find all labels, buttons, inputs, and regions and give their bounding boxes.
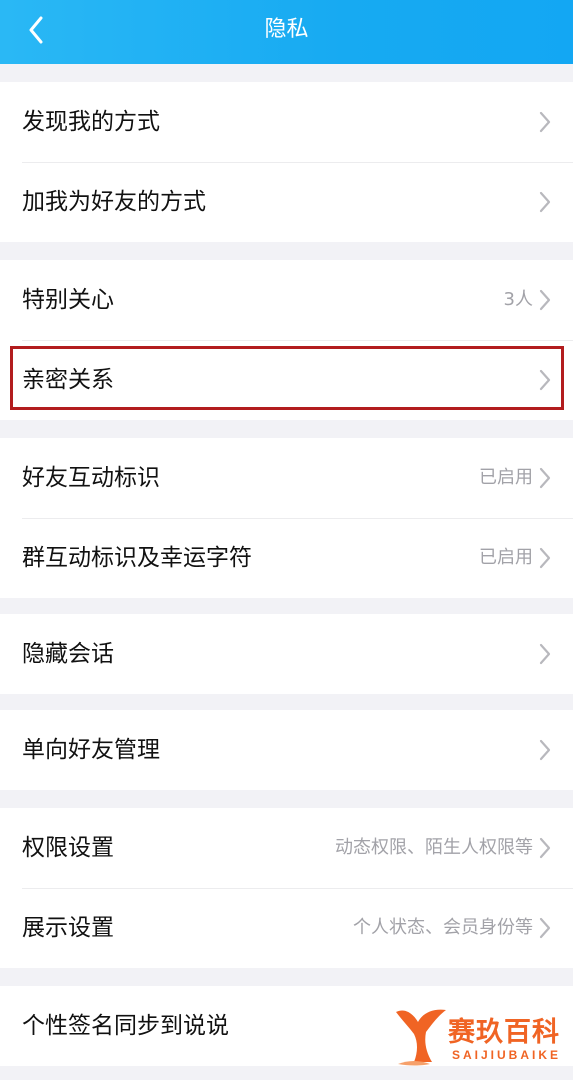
row-label: 个性签名同步到说说 <box>22 1013 229 1039</box>
settings-row-display-settings[interactable]: 展示设置 个人状态、会员身份等 <box>0 888 573 968</box>
settings-row-special-care[interactable]: 特别关心 3人 <box>0 260 573 340</box>
row-value: 动态权限、陌生人权限等 <box>335 837 533 858</box>
watermark-name: 赛玖百科 <box>448 1017 560 1048</box>
row-value: 个人状态、会员身份等 <box>353 917 533 938</box>
settings-group-permissions: 权限设置 动态权限、陌生人权限等 展示设置 个人状态、会员身份等 <box>0 808 573 968</box>
row-label: 加我为好友的方式 <box>22 189 206 215</box>
whale-tail-logo-icon <box>396 1009 446 1066</box>
settings-row-hidden-chats[interactable]: 隐藏会话 <box>0 614 573 694</box>
settings-group-one-way-friends: 单向好友管理 <box>0 710 573 790</box>
row-label: 好友互动标识 <box>22 465 160 491</box>
row-label: 单向好友管理 <box>22 737 160 763</box>
row-label: 发现我的方式 <box>22 109 160 135</box>
chevron-right-icon <box>539 191 551 213</box>
chevron-right-icon <box>539 547 551 569</box>
settings-row-intimate-relationship[interactable]: 亲密关系 <box>0 340 573 420</box>
page-title: 隐私 <box>264 17 309 42</box>
row-label: 权限设置 <box>22 835 114 861</box>
row-label: 展示设置 <box>22 915 114 941</box>
watermark-logo: 赛玖百科 SAIJIUBAIKE <box>392 1004 568 1072</box>
row-value: 3人 <box>503 289 533 310</box>
row-label: 亲密关系 <box>22 367 114 393</box>
settings-row-friend-interaction-badge[interactable]: 好友互动标识 已启用 <box>0 438 573 518</box>
row-label: 隐藏会话 <box>22 641 114 667</box>
chevron-right-icon <box>539 289 551 311</box>
nav-bar: 隐私 <box>0 0 573 64</box>
watermark-sub: SAIJIUBAIKE <box>452 1048 562 1062</box>
chevron-right-icon <box>539 643 551 665</box>
settings-row-group-interaction-badge[interactable]: 群互动标识及幸运字符 已启用 <box>0 518 573 598</box>
row-label: 特别关心 <box>22 287 114 313</box>
settings-row-one-way-friends[interactable]: 单向好友管理 <box>0 710 573 790</box>
settings-row-find-me[interactable]: 发现我的方式 <box>0 82 573 162</box>
chevron-right-icon <box>539 837 551 859</box>
settings-group-discovery: 发现我的方式 加我为好友的方式 <box>0 82 573 242</box>
chevron-right-icon <box>539 369 551 391</box>
settings-group-hidden-chats: 隐藏会话 <box>0 614 573 694</box>
settings-row-permission-settings[interactable]: 权限设置 动态权限、陌生人权限等 <box>0 808 573 888</box>
settings-row-add-friend-method[interactable]: 加我为好友的方式 <box>0 162 573 242</box>
settings-group-interaction: 好友互动标识 已启用 群互动标识及幸运字符 已启用 <box>0 438 573 598</box>
chevron-right-icon <box>539 739 551 761</box>
row-value: 已启用 <box>479 547 533 568</box>
chevron-right-icon <box>539 467 551 489</box>
row-label: 群互动标识及幸运字符 <box>22 545 252 571</box>
chevron-right-icon <box>539 111 551 133</box>
chevron-right-icon <box>539 917 551 939</box>
settings-group-relations: 特别关心 3人 亲密关系 <box>0 260 573 420</box>
row-value: 已启用 <box>479 467 533 488</box>
